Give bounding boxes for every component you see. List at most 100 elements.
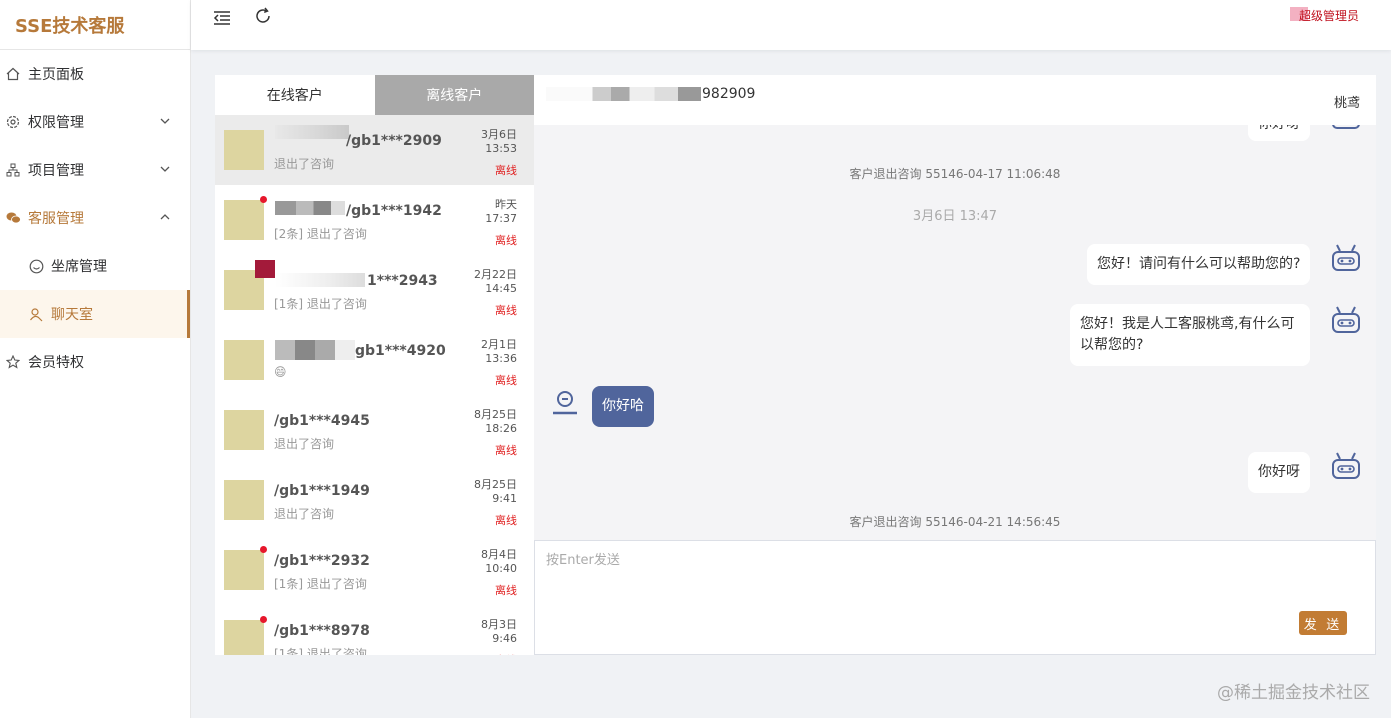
status-badge: 离线	[495, 374, 517, 387]
conversation-date: 8月4日	[481, 548, 517, 561]
unread-dot	[260, 546, 267, 553]
conversation-date: 2月22日	[474, 268, 517, 281]
sidebar-item-dashboard[interactable]: 主页面板	[0, 50, 190, 98]
status-badge: 离线	[495, 304, 517, 317]
conversation-date: 8月3日	[481, 618, 517, 631]
redacted-mask	[255, 260, 275, 278]
chatroom-icon	[28, 306, 44, 322]
agent-message: 你好呀	[1248, 452, 1310, 493]
conversation-time: 9:41	[492, 492, 517, 505]
conversation-panel: 在线客户 离线客户 /gb1***2909 退出了咨询 3月6日 13:53 离…	[215, 75, 534, 655]
last-message: 😄	[274, 365, 287, 379]
list-item[interactable]: /gb1***1942 [2条] 退出了咨询 昨天 17:37 离线	[215, 185, 534, 255]
status-badge: 离线	[495, 584, 517, 597]
agent-message: 您好！我是人工客服桃鸢,有什么可以帮您的?	[1070, 304, 1310, 366]
list-item[interactable]: /gb1***2909 退出了咨询 3月6日 13:53 离线	[215, 115, 534, 185]
unread-dot	[260, 616, 267, 623]
conversation-time: 14:45	[485, 282, 517, 295]
list-item[interactable]: /gb1***4945 退出了咨询 8月25日 18:26 离线	[215, 395, 534, 465]
sidebar-item-seats[interactable]: 坐席管理	[0, 242, 190, 290]
customer-name: /gb1***2932	[274, 553, 370, 569]
conversation-time: 9:46	[492, 632, 517, 645]
status-badge: 离线	[495, 652, 517, 655]
customer-name: /gb1***4945	[274, 413, 370, 429]
agent-name: 桃鸢	[1333, 96, 1360, 111]
message-input[interactable]	[535, 541, 1375, 654]
robot-avatar-icon	[1332, 306, 1360, 333]
conversation-time: 17:37	[485, 212, 517, 225]
sidebar-item-projects[interactable]: 项目管理	[0, 146, 190, 194]
chevron-down-icon	[160, 166, 170, 172]
chevron-down-icon	[160, 118, 170, 124]
customer-avatar	[224, 620, 264, 655]
tab-offline-customers[interactable]: 离线客户	[374, 75, 534, 115]
customer-avatar	[224, 200, 264, 240]
conversation-date: 昨天	[495, 198, 517, 211]
redacted-mask	[275, 340, 355, 360]
customer-name: 1***2943	[367, 273, 438, 289]
sidebar-item-label: 客服管理	[28, 211, 84, 227]
customer-name: /gb1***8978	[274, 623, 370, 639]
redacted-mask	[275, 201, 345, 215]
conversation-time: 13:36	[485, 352, 517, 365]
list-item[interactable]: gb1***4920 😄 2月1日 13:36 离线	[215, 325, 534, 395]
list-item[interactable]: /gb1***8978 [1条] 退出了咨询 8月3日 9:46 离线	[215, 605, 534, 655]
last-message: [1条] 退出了咨询	[274, 297, 367, 311]
last-message: [2条] 退出了咨询	[274, 227, 367, 241]
time-separator: 3月6日 13:47	[912, 209, 998, 224]
send-button[interactable]: 发 送	[1299, 611, 1347, 635]
watermark: @稀土掘金技术社区	[1217, 683, 1370, 703]
sidebar-item-permissions[interactable]: 权限管理	[0, 98, 190, 146]
collapse-menu-icon[interactable]	[212, 8, 232, 28]
user-role-label[interactable]: 超级管理员	[1299, 7, 1359, 24]
sidebar: SSE技术客服 主页面板 权限管理 项目管理 客服管理 坐席管理 聊天室 会员特…	[0, 0, 191, 718]
customer-name: gb1***4920	[355, 343, 446, 359]
customer-message: 你好哈	[592, 386, 654, 427]
list-item[interactable]: /gb1***1949 退出了咨询 8月25日 9:41 离线	[215, 465, 534, 535]
sidebar-item-label: 坐席管理	[51, 259, 107, 275]
gear-icon	[5, 114, 21, 130]
robot-avatar-icon	[1332, 452, 1360, 479]
system-notice: 客户退出咨询 55146-04-17 11:06:48	[849, 167, 1061, 181]
customer-name: /gb1***2909	[346, 133, 442, 149]
last-message: 退出了咨询	[274, 157, 335, 171]
redacted-mask	[275, 125, 349, 139]
status-badge: 离线	[495, 444, 517, 457]
star-icon	[5, 354, 21, 370]
sitemap-icon	[5, 162, 21, 178]
customer-avatar	[224, 550, 264, 590]
customer-avatar	[224, 410, 264, 450]
home-icon	[5, 66, 21, 82]
app-logo: SSE技术客服	[0, 0, 190, 50]
last-message: [1条] 退出了咨询	[274, 647, 367, 655]
list-item[interactable]: 1***2943 [1条] 退出了咨询 2月22日 14:45 离线	[215, 255, 534, 325]
chevron-up-icon	[160, 214, 170, 220]
chat-window[interactable]: 982909 桃鸢 你好呀 客户退出咨询 55146-04-17 11:06:4…	[534, 75, 1376, 540]
sidebar-item-label: 主页面板	[28, 67, 84, 83]
conversation-date: 8月25日	[474, 478, 517, 491]
conversation-time: 13:53	[485, 142, 517, 155]
list-item[interactable]: /gb1***2932 [1条] 退出了咨询 8月4日 10:40 离线	[215, 535, 534, 605]
customer-avatar-icon	[553, 391, 577, 415]
conversation-time: 10:40	[485, 562, 517, 575]
sidebar-item-chatroom[interactable]: 聊天室	[0, 290, 190, 338]
last-message: 退出了咨询	[274, 437, 335, 451]
customer-tabs: 在线客户 离线客户	[215, 75, 534, 115]
refresh-icon[interactable]	[253, 6, 273, 26]
sidebar-item-membership[interactable]: 会员特权	[0, 338, 190, 386]
system-notice: 客户退出咨询 55146-04-21 14:56:45	[849, 515, 1061, 529]
top-bar: 超级管理员	[191, 0, 1391, 50]
customer-id: 982909	[702, 86, 756, 102]
sidebar-item-customer-service[interactable]: 客服管理	[0, 194, 190, 242]
conversation-date: 8月25日	[474, 408, 517, 421]
tab-online-customers[interactable]: 在线客户	[215, 75, 375, 115]
conversation-date: 3月6日	[481, 128, 517, 141]
conversation-date: 2月1日	[481, 338, 517, 351]
redacted-mask	[546, 87, 701, 101]
sidebar-item-label: 项目管理	[28, 163, 84, 179]
last-message: [1条] 退出了咨询	[274, 577, 367, 591]
status-badge: 离线	[495, 514, 517, 527]
agent-message: 您好！请问有什么可以帮助您的?	[1087, 244, 1311, 285]
customer-avatar	[224, 130, 264, 170]
sidebar-item-label: 会员特权	[28, 355, 84, 371]
